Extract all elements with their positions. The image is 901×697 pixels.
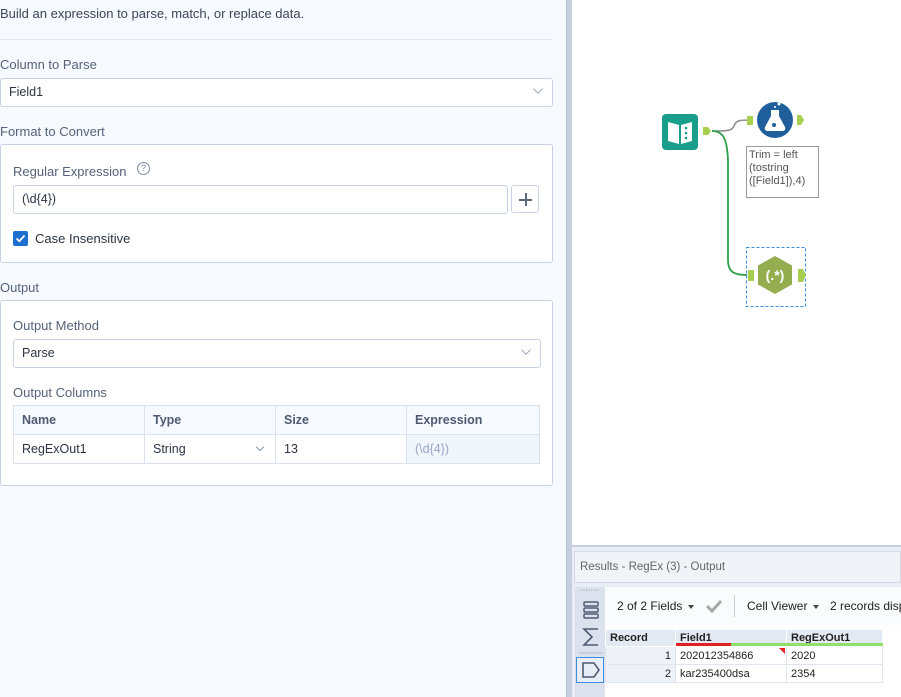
regex-tool[interactable]: (.*) <box>746 247 807 307</box>
divider <box>0 39 552 40</box>
grid-header-row: Record Field1 RegExOut1 <box>605 629 883 647</box>
type-cell[interactable]: String <box>144 434 276 464</box>
results-grid: Record Field1 RegExOut1 1 202012354866 2… <box>605 629 883 683</box>
output-columns-label: Output Columns <box>13 385 107 400</box>
case-insensitive-label: Case Insensitive <box>35 231 131 246</box>
workflow-canvas[interactable]: (.*) Trim = left (tostring ([Field1]),4) <box>572 0 901 545</box>
format-to-convert-label: Format to Convert <box>0 124 105 139</box>
cell-viewer-label: Cell Viewer <box>747 599 808 613</box>
fields-selector[interactable]: 2 of 2 Fields <box>617 599 695 613</box>
table-row: RegExOut1 String 13 (\d{4}) <box>13 434 540 464</box>
name-cell[interactable]: RegExOut1 <box>13 434 145 464</box>
output-columns-table: Name Type Size Expression RegExOut1 Stri… <box>13 405 540 464</box>
results-toolbar: 2 of 2 Fields Cell Viewer 2 records disp <box>605 587 901 625</box>
input-anchor[interactable] <box>747 116 753 125</box>
output-anchor[interactable] <box>798 269 806 282</box>
formula-annotation: Trim = left (tostring ([Field1]),4) <box>746 146 819 198</box>
output-method-select[interactable]: Parse <box>13 339 541 368</box>
results-sidebar-icons <box>576 589 604 683</box>
formula-tool[interactable] <box>747 102 804 138</box>
output-method-value: Parse <box>22 346 55 360</box>
dropdown-arrow-icon <box>688 604 695 609</box>
cell-viewer-selector[interactable]: Cell Viewer <box>747 599 820 613</box>
record-cell: 1 <box>605 646 676 665</box>
dropdown-arrow-icon <box>813 604 820 609</box>
chevron-down-icon <box>255 442 265 452</box>
regexout1-cell[interactable]: 2020 <box>786 646 883 665</box>
regexout1-cell[interactable]: 2354 <box>786 664 883 683</box>
output-card: Output Method Parse Output Columns Name … <box>0 300 553 486</box>
configuration-panel: Build an expression to parse, match, or … <box>0 0 566 697</box>
table-view-icon[interactable] <box>583 601 599 619</box>
connection-line <box>711 119 753 132</box>
output-anchor[interactable] <box>703 127 711 135</box>
column-to-parse-select[interactable]: Field1 <box>0 78 553 107</box>
size-cell[interactable]: 13 <box>275 434 407 464</box>
insert-token-button[interactable] <box>511 185 539 213</box>
chevron-down-icon <box>521 345 531 355</box>
tool-description: Build an expression to parse, match, or … <box>0 6 305 21</box>
column-header: Size <box>275 405 407 435</box>
input-data-tool[interactable] <box>662 114 711 150</box>
field1-cell[interactable]: 202012354866 <box>675 646 787 665</box>
table-row[interactable]: 2 kar235400dsa 2354 <box>605 664 883 683</box>
column-header: Type <box>144 405 276 435</box>
field1-value: 202012354866 <box>680 649 754 662</box>
regexout1-header[interactable]: RegExOut1 <box>786 629 883 647</box>
record-header[interactable]: Record <box>605 629 676 647</box>
column-to-parse-label: Column to Parse <box>0 57 97 72</box>
output-method-label: Output Method <box>13 318 99 333</box>
table-header-row: Name Type Size Expression <box>13 405 540 435</box>
regex-icon: (.*) <box>766 267 785 283</box>
results-title: Results - RegEx (3) - Output <box>574 551 901 583</box>
chevron-down-icon <box>533 84 543 94</box>
results-panel: Results - RegEx (3) - Output 2 of 2 Fiel… <box>572 545 901 697</box>
check-icon <box>15 234 26 243</box>
field1-header[interactable]: Field1 <box>675 629 787 647</box>
column-header: Expression <box>406 405 540 435</box>
help-icon[interactable]: ? <box>137 162 150 175</box>
case-insensitive-checkbox[interactable] <box>13 231 28 246</box>
input-anchor[interactable] <box>748 270 754 281</box>
connection-line <box>711 130 748 276</box>
expression-cell: (\d{4}) <box>406 434 540 464</box>
output-anchor[interactable] <box>797 115 804 125</box>
column-to-parse-value: Field1 <box>9 85 44 99</box>
results-sidebar <box>575 587 605 697</box>
workflow-svg: (.*) <box>662 102 807 307</box>
summary-sigma-icon[interactable] <box>582 628 598 646</box>
column-header: Name <box>13 405 145 435</box>
fields-selector-label: 2 of 2 Fields <box>617 599 683 613</box>
app-root: Build an expression to parse, match, or … <box>0 0 901 697</box>
toolbar-divider <box>734 595 735 617</box>
truncation-flag-icon <box>779 648 785 654</box>
apply-checkmark-icon[interactable] <box>705 599 723 613</box>
results-body: 2 of 2 Fields Cell Viewer 2 records disp… <box>605 587 901 697</box>
regex-label: Regular Expression <box>13 164 127 179</box>
field1-cell[interactable]: kar235400dsa <box>675 664 787 683</box>
record-cell: 2 <box>605 664 676 683</box>
records-count: 2 records disp <box>830 599 901 613</box>
format-to-convert-card: Regular Expression ? (\d{4}) Case Insens… <box>0 144 553 263</box>
table-row[interactable]: 1 202012354866 2020 <box>605 646 883 665</box>
output-label: Output <box>0 280 40 295</box>
type-value: String <box>153 442 186 456</box>
regex-input[interactable]: (\d{4}) <box>13 185 508 214</box>
